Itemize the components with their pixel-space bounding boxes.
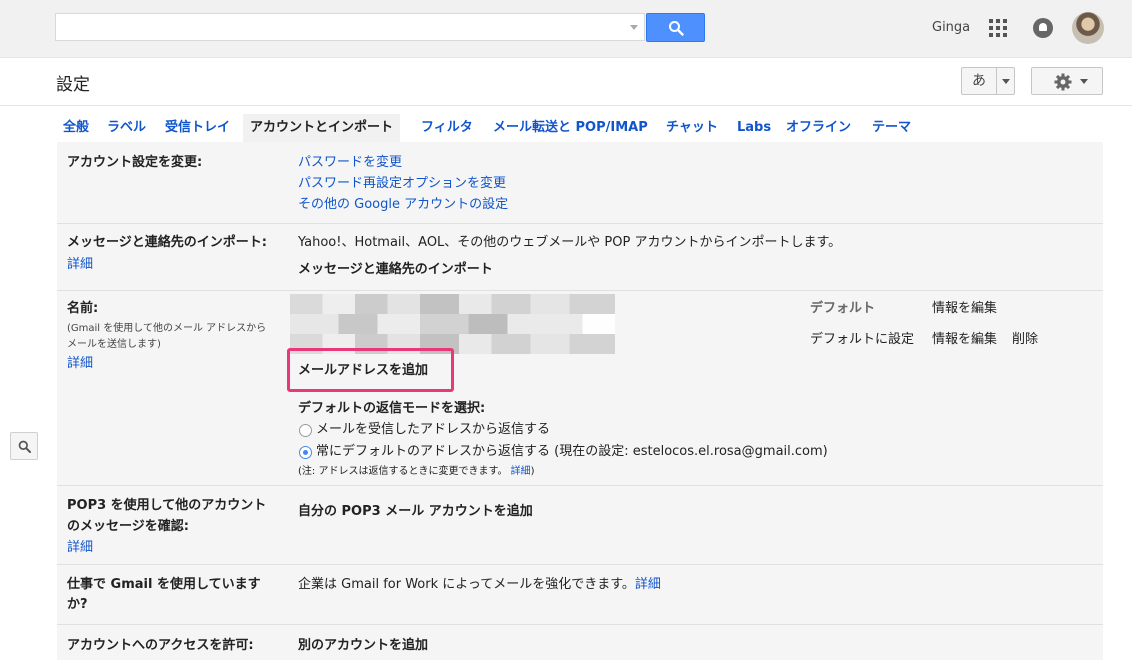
work-description: 企業は Gmail for Work によってメールを強化できます。詳細 bbox=[298, 574, 661, 595]
user-name[interactable]: Ginga bbox=[932, 20, 970, 35]
name-sub-2: メールを送信します) bbox=[67, 339, 161, 350]
search-icon bbox=[669, 21, 684, 36]
pop3-detail-link[interactable]: 詳細 bbox=[67, 538, 93, 558]
apps-grid-icon[interactable] bbox=[989, 19, 1007, 37]
redacted-name-address bbox=[290, 294, 615, 354]
tab-labs[interactable]: Labs bbox=[737, 114, 771, 142]
google-account-settings-link[interactable]: その他の Google アカウントの設定 bbox=[298, 194, 508, 215]
tab-labels[interactable]: ラベル bbox=[107, 114, 146, 142]
page-title: 設定 bbox=[56, 75, 90, 95]
gmail-for-work-row: 仕事で Gmail を使用していますか? 企業は Gmail for Work … bbox=[57, 564, 1103, 625]
pop3-label-2: のメッセージを確認: bbox=[67, 519, 189, 534]
tab-accounts-import[interactable]: アカウントとインポート bbox=[243, 114, 401, 142]
import-messages-link[interactable]: メッセージと連絡先のインポート bbox=[298, 259, 493, 280]
reply-note-end: ) bbox=[530, 466, 535, 477]
reply-mode-title: デフォルトの返信モードを選択: bbox=[298, 401, 486, 416]
tab-filters[interactable]: フィルタ bbox=[421, 114, 473, 142]
delete-link[interactable]: 削除 bbox=[1012, 329, 1038, 350]
settings-gear-button[interactable] bbox=[1031, 67, 1103, 95]
set-default-link[interactable]: デフォルトに設定 bbox=[810, 329, 914, 350]
edit-info-link-1[interactable]: 情報を編集 bbox=[932, 298, 997, 319]
work-detail-link[interactable]: 詳細 bbox=[635, 577, 661, 592]
default-label: デフォルト bbox=[810, 301, 876, 316]
tab-general[interactable]: 全般 bbox=[63, 114, 89, 142]
divider bbox=[0, 105, 1132, 106]
pop3-label-1: POP3 を使用して他のアカウント bbox=[67, 498, 267, 513]
gear-icon bbox=[1054, 73, 1072, 91]
account-links: パスワードを変更 パスワード再設定オプションを変更 その他の Google アカ… bbox=[298, 152, 508, 215]
tab-inbox[interactable]: 受信トレイ bbox=[165, 114, 230, 142]
input-tools-button[interactable]: あ bbox=[961, 67, 1015, 95]
search-options-dropdown[interactable] bbox=[630, 25, 638, 30]
name-label: 名前: bbox=[67, 301, 99, 316]
search-icon bbox=[18, 440, 31, 453]
reply-option-1: メールを受信したアドレスから返信する bbox=[316, 422, 551, 437]
settings-panel: アカウント設定を変更: パスワードを変更 パスワード再設定オプションを変更 その… bbox=[57, 142, 1103, 660]
import-row: メッセージと連絡先のインポート: 詳細 Yahoo!、Hotmail、AOL、そ… bbox=[57, 223, 1103, 291]
grant-access-label: アカウントへのアクセスを許可: bbox=[67, 638, 254, 653]
tab-forwarding-pop-imap[interactable]: メール転送と POP/IMAP bbox=[493, 114, 648, 142]
side-search-button[interactable] bbox=[10, 432, 38, 460]
add-another-account-link[interactable]: 別のアカウントを追加 bbox=[298, 635, 428, 656]
reply-from-received-radio[interactable] bbox=[299, 424, 312, 437]
import-detail-link[interactable]: 詳細 bbox=[67, 255, 93, 275]
account-settings-label: アカウント設定を変更: bbox=[67, 155, 203, 170]
work-label: 仕事で Gmail を使用していますか? bbox=[67, 577, 261, 612]
search-input[interactable] bbox=[55, 13, 645, 41]
account-settings-row: アカウント設定を変更: パスワードを変更 パスワード再設定オプションを変更 その… bbox=[57, 142, 1103, 224]
reply-option-2: 常にデフォルトのアドレスから返信する (現在の設定: estelocos.el.… bbox=[316, 444, 828, 459]
name-sub-1: (Gmail を使用して他のメール アドレスから bbox=[67, 323, 267, 334]
reply-note-text: (注: アドレスは返信するときに変更できます。 bbox=[298, 466, 508, 477]
change-password-link[interactable]: パスワードを変更 bbox=[298, 152, 508, 173]
import-description: Yahoo!、Hotmail、AOL、その他のウェブメールや POP アカウント… bbox=[298, 235, 842, 250]
grant-access-row: アカウントへのアクセスを許可: 別のアカウントを追加 bbox=[57, 624, 1103, 660]
avatar[interactable] bbox=[1072, 12, 1104, 44]
tab-chat[interactable]: チャット bbox=[666, 114, 718, 142]
tab-themes[interactable]: テーマ bbox=[872, 114, 911, 142]
search-button[interactable] bbox=[646, 13, 705, 42]
change-recovery-link[interactable]: パスワード再設定オプションを変更 bbox=[298, 173, 508, 194]
reply-note-detail-link[interactable]: 詳細 bbox=[511, 466, 531, 477]
edit-info-link-2[interactable]: 情報を編集 bbox=[932, 329, 997, 350]
name-detail-link[interactable]: 詳細 bbox=[67, 354, 93, 374]
highlight-box bbox=[287, 348, 454, 392]
notifications-icon[interactable] bbox=[1033, 18, 1053, 38]
input-tools-label: あ bbox=[962, 68, 997, 94]
chevron-down-icon bbox=[1080, 79, 1088, 84]
chevron-down-icon bbox=[1002, 79, 1010, 84]
import-label: メッセージと連絡先のインポート: bbox=[67, 235, 267, 250]
reply-note: (注: アドレスは返信するときに変更できます。 詳細) bbox=[298, 464, 535, 479]
reply-from-default-radio[interactable] bbox=[299, 446, 312, 459]
work-description-text: 企業は Gmail for Work によってメールを強化できます。 bbox=[298, 577, 635, 592]
add-pop3-account-link[interactable]: 自分の POP3 メール アカウントを追加 bbox=[298, 501, 533, 522]
pop3-row: POP3 を使用して他のアカウント のメッセージを確認: 詳細 自分の POP3… bbox=[57, 485, 1103, 565]
top-bar: Ginga bbox=[0, 0, 1132, 58]
tab-offline[interactable]: オフライン bbox=[786, 114, 851, 142]
